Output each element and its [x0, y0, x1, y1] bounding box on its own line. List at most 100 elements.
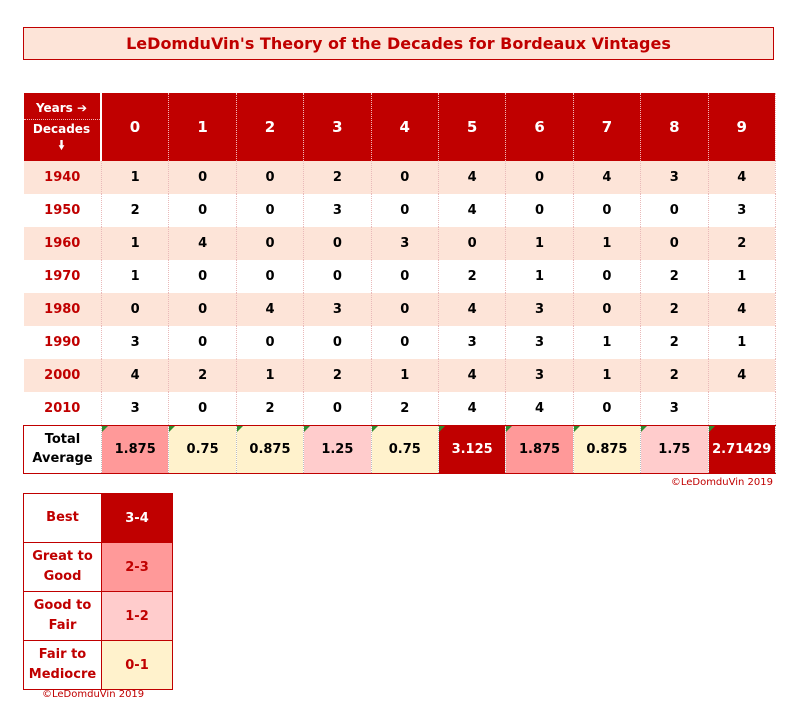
vintage-score-cell: 0 [168, 260, 237, 293]
table-row: 1970 1 0 0 0 0 2 1 0 2 1 [23, 260, 776, 293]
average-cell: 1.75 [640, 424, 709, 474]
legend-copyright-text: ©LeDomduVin 2019 [42, 689, 145, 700]
vintage-score-cell: 0 [438, 227, 507, 260]
year-header-0: 0 [101, 93, 170, 161]
page-title: LeDomduVin's Theory of the Decades for B… [23, 27, 774, 60]
vintage-score-cell: 2 [101, 194, 170, 227]
decade-label: 1960 [23, 227, 102, 260]
vintage-score-cell: 2 [640, 359, 709, 392]
year-header-6: 6 [505, 93, 574, 161]
year-header-8: 8 [640, 93, 709, 161]
vintage-score-cell: 4 [708, 293, 776, 326]
vintage-score-cell: 1 [573, 359, 642, 392]
legend-range: 0-1 [101, 640, 173, 690]
vintage-score-cell: 3 [303, 293, 372, 326]
vintage-score-cell: 2 [438, 260, 507, 293]
formula-indicator-icon [641, 425, 648, 432]
vintage-score-cell: 3 [101, 392, 170, 425]
vintage-score-cell: 1 [101, 260, 170, 293]
legend-label: Best [23, 493, 102, 543]
year-header-5: 5 [438, 93, 507, 161]
legend-range: 3-4 [101, 493, 173, 543]
vintage-score-cell: 0 [640, 227, 709, 260]
legend-label: Fair to Mediocre [23, 640, 102, 690]
vintage-score-cell: 0 [101, 293, 170, 326]
average-cell: 1.25 [303, 424, 372, 474]
formula-indicator-icon [102, 425, 108, 432]
vintage-score-cell: 0 [640, 194, 709, 227]
vintage-score-cell: 1 [708, 260, 776, 293]
vintage-score-cell: 4 [101, 359, 170, 392]
year-header-4: 4 [371, 93, 439, 161]
vintage-score-cell: 4 [438, 359, 507, 392]
decades-label: Decades 🠛 [24, 121, 100, 153]
vintage-score-cell: 4 [438, 392, 507, 425]
vintage-table: Years ➔ Decades 🠛 0123456789 1940 1 0 0 2 0 4 0… [23, 93, 776, 474]
vintage-score-cell: 2 [640, 260, 709, 293]
table-row: 2010 3 0 2 0 2 4 4 0 3 [23, 392, 776, 425]
average-cell: 1.875 [505, 424, 574, 474]
vintage-score-cell: 0 [168, 161, 237, 194]
vintage-score-cell: 2 [371, 392, 439, 425]
vintage-score-cell: 3 [640, 161, 709, 194]
legend-label: Great to Good [23, 542, 102, 592]
vintage-score-cell: 3 [505, 293, 574, 326]
legend-row: Great to Good 2-3 [23, 542, 173, 592]
vintage-score-cell: 0 [303, 260, 372, 293]
formula-indicator-icon [236, 425, 243, 432]
vintage-score-cell: 0 [573, 293, 642, 326]
vintage-score-cell: 0 [303, 326, 372, 359]
average-cell: 0.75 [371, 424, 439, 474]
vintage-score-cell: 0 [505, 194, 574, 227]
vintage-score-cell: 0 [303, 392, 372, 425]
average-cell: 0.75 [168, 424, 237, 474]
decade-label: 1950 [23, 194, 102, 227]
vintage-score-cell: 0 [168, 194, 237, 227]
vintage-score-cell: 1 [101, 227, 170, 260]
average-cell: 1.875 [101, 424, 170, 474]
corner-header-cell: Years ➔ Decades 🠛 [23, 93, 102, 161]
vintage-score-cell: 3 [371, 227, 439, 260]
vintage-score-cell: 2 [640, 326, 709, 359]
vintage-score-cell: 0 [168, 326, 237, 359]
year-header-7: 7 [573, 93, 642, 161]
vintage-score-cell: 1 [505, 227, 574, 260]
decade-label: 2000 [23, 359, 102, 392]
legend-row: Good to Fair 1-2 [23, 591, 173, 641]
down-arrow-icon: 🠛 [58, 138, 65, 152]
years-label: Years ➔ [23, 97, 100, 120]
vintage-score-cell: 0 [573, 260, 642, 293]
vintage-score-cell: 1 [573, 227, 642, 260]
vintage-score-cell: 4 [168, 227, 237, 260]
average-cell: 3.125 [438, 424, 507, 474]
vintage-score-cell: 3 [505, 359, 574, 392]
table-row: 1960 1 4 0 0 3 0 1 1 0 2 [23, 227, 776, 260]
vintage-score-cell: 3 [708, 194, 776, 227]
vintage-score-cell: 0 [236, 326, 305, 359]
vintage-score-cell: 1 [505, 260, 574, 293]
vintage-score-cell: 2 [168, 359, 237, 392]
decade-label: 1980 [23, 293, 102, 326]
vintage-score-cell: 4 [438, 161, 507, 194]
header-row: Years ➔ Decades 🠛 0123456789 [23, 93, 776, 161]
decade-label: 1990 [23, 326, 102, 359]
formula-indicator-icon [304, 425, 311, 432]
vintage-score-cell: 2 [303, 359, 372, 392]
table-row: 1950 2 0 0 3 0 4 0 0 0 3 [23, 194, 776, 227]
formula-indicator-icon [438, 425, 445, 432]
vintage-score-cell: 3 [640, 392, 709, 425]
average-cell: 0.875 [573, 424, 642, 474]
vintage-score-cell: 0 [168, 293, 237, 326]
decade-label: 2010 [23, 392, 102, 425]
formula-indicator-icon [708, 425, 715, 432]
vintage-score-cell: 4 [505, 392, 574, 425]
vintage-score-cell: 0 [371, 161, 439, 194]
formula-indicator-icon [506, 425, 513, 432]
vintage-score-cell: 2 [236, 392, 305, 425]
vintage-score-cell: 2 [303, 161, 372, 194]
legend-range: 1-2 [101, 591, 173, 641]
legend-row: Best 3-4 [23, 493, 173, 543]
vintage-score-cell: 1 [371, 359, 439, 392]
vintage-score-cell: 0 [303, 227, 372, 260]
vintage-score-cell: 0 [236, 260, 305, 293]
